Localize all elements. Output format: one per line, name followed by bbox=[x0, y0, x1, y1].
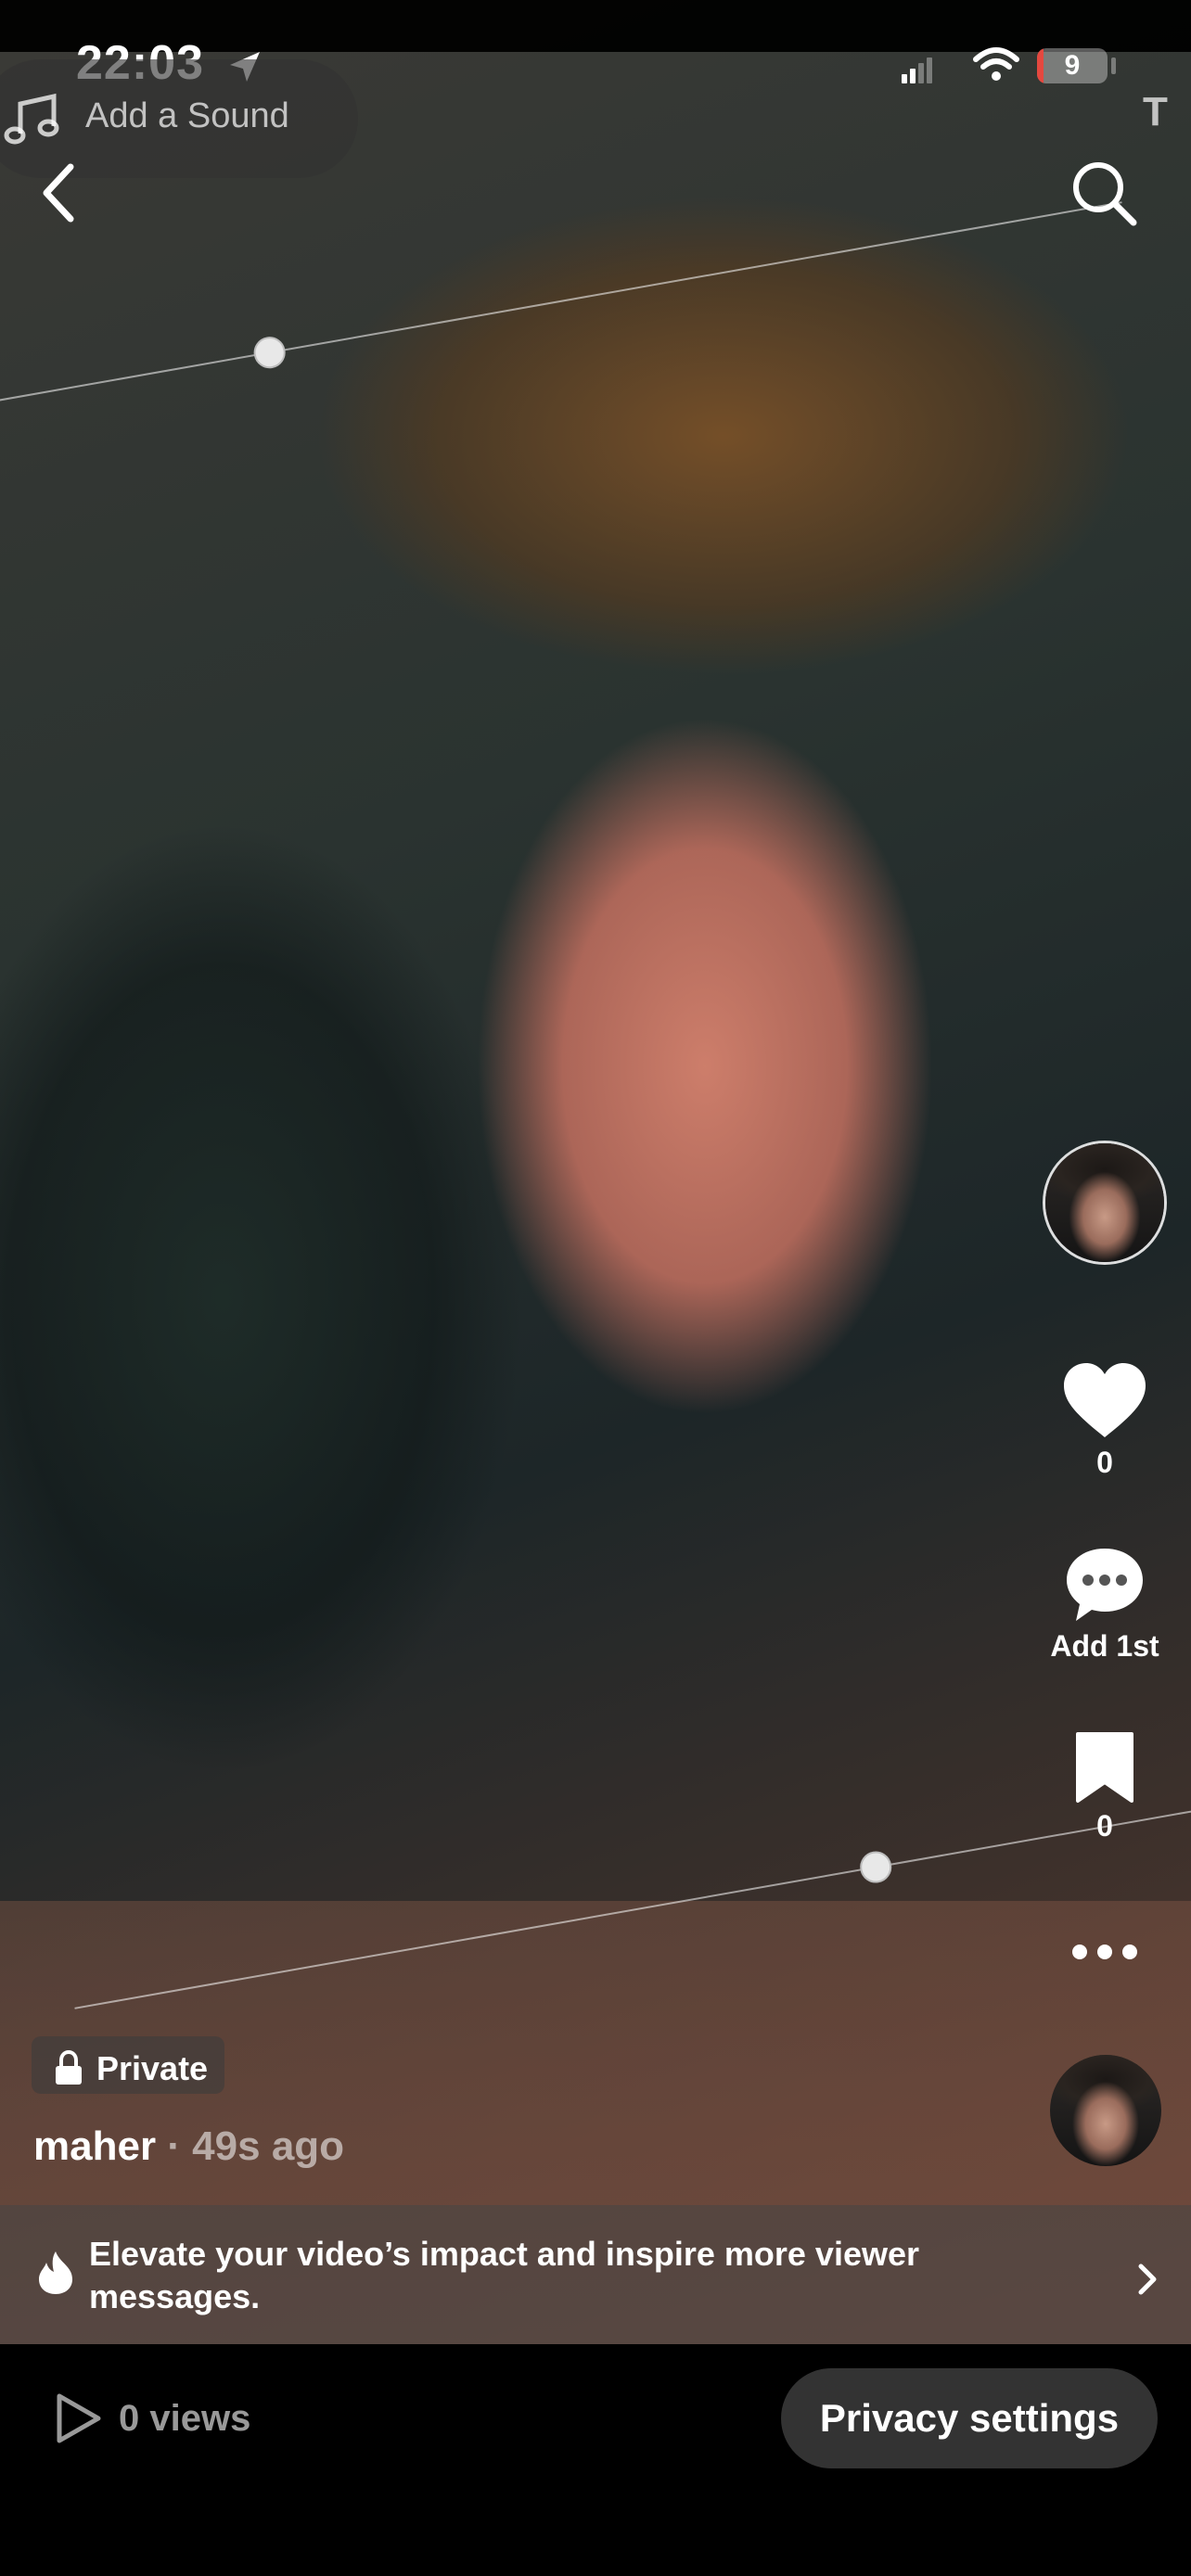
views-label: 0 views bbox=[119, 2398, 251, 2439]
privacy-settings-button[interactable]: Privacy settings bbox=[781, 2368, 1158, 2468]
resize-handle-bottom[interactable] bbox=[857, 1848, 894, 1886]
flame-icon bbox=[35, 2250, 76, 2301]
promo-banner[interactable]: Elevate your video’s impact and inspire … bbox=[0, 2205, 1191, 2344]
battery-cap bbox=[1111, 57, 1116, 74]
bookmark-icon bbox=[1076, 1732, 1133, 1803]
like-count: 0 bbox=[1096, 1446, 1113, 1479]
wifi-icon bbox=[972, 46, 1020, 88]
save-button[interactable]: 0 bbox=[1043, 1730, 1167, 1843]
like-button[interactable]: 0 bbox=[1043, 1361, 1167, 1480]
music-note-icon bbox=[4, 93, 61, 151]
sound-avatar[interactable] bbox=[1050, 2055, 1161, 2166]
heart-icon bbox=[1064, 1363, 1146, 1437]
author-name[interactable]: maher bbox=[33, 2123, 156, 2169]
battery-percentage: 9 bbox=[1064, 50, 1081, 81]
chevron-left-icon bbox=[43, 163, 74, 223]
sticker-transform-frame[interactable] bbox=[0, 201, 1191, 2009]
resize-handle-top[interactable] bbox=[250, 334, 288, 371]
back-button[interactable] bbox=[33, 156, 89, 230]
private-badge: Private bbox=[32, 2036, 224, 2094]
lock-icon bbox=[50, 2049, 87, 2091]
bottom-bar: 0 views Privacy settings bbox=[0, 2344, 1191, 2576]
ellipsis-icon bbox=[1072, 1945, 1137, 1959]
play-outline-icon bbox=[52, 2391, 104, 2451]
avatar-image bbox=[1045, 1143, 1164, 1262]
comment-label: Add 1st bbox=[1050, 1629, 1159, 1663]
creator-avatar[interactable] bbox=[1043, 1141, 1167, 1265]
private-label: Private bbox=[96, 2049, 209, 2087]
cellular-signal-icon bbox=[900, 57, 937, 88]
search-button[interactable] bbox=[1067, 156, 1141, 230]
video-player[interactable] bbox=[0, 0, 1191, 2344]
promo-text: Elevate your video’s impact and inspire … bbox=[89, 2235, 920, 2315]
search-icon bbox=[1073, 162, 1137, 226]
battery-indicator: 9 bbox=[1037, 48, 1108, 83]
text-tool-letter[interactable]: T bbox=[1143, 89, 1168, 135]
add-sound-label: Add a Sound bbox=[85, 96, 289, 135]
comment-button[interactable]: Add 1st bbox=[1043, 1545, 1167, 1664]
avatar-image bbox=[1050, 2055, 1161, 2166]
save-count: 0 bbox=[1096, 1809, 1113, 1843]
video-post-screen: 22:03 9 Add a Sound T bbox=[0, 0, 1191, 2576]
post-time: · 49s ago bbox=[156, 2123, 345, 2169]
more-options-button[interactable] bbox=[1067, 1929, 1143, 1975]
author-line: maher · 49s ago bbox=[33, 2123, 344, 2170]
chevron-right-icon bbox=[1133, 2261, 1161, 2302]
comment-bubble-icon bbox=[1067, 1549, 1143, 1621]
